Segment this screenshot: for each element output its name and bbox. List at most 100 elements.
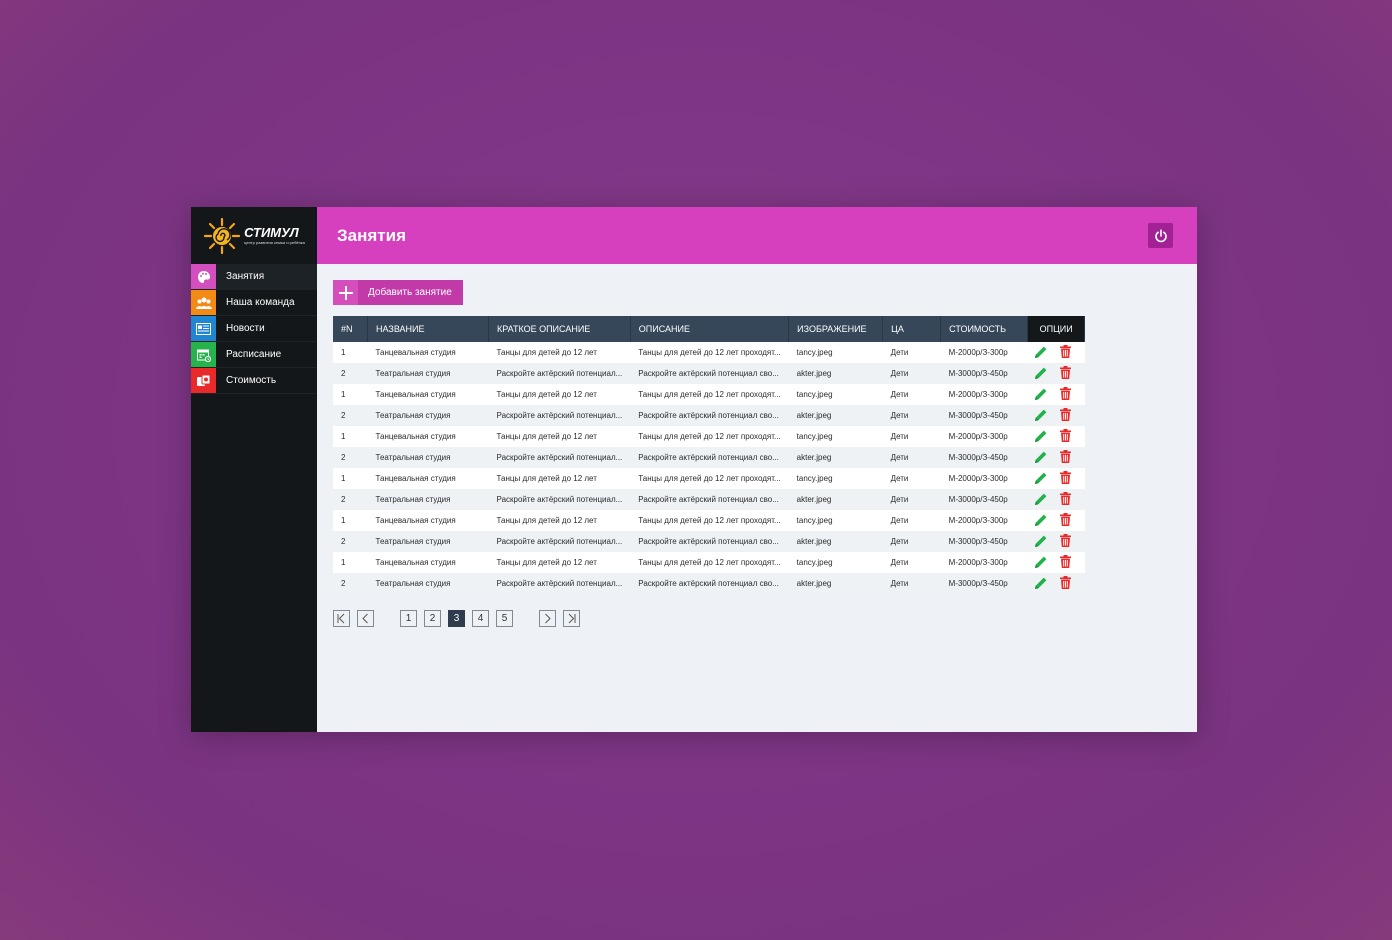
- edit-icon[interactable]: [1034, 450, 1048, 466]
- edit-icon[interactable]: [1034, 555, 1048, 571]
- row-options: [1027, 489, 1085, 510]
- delete-icon[interactable]: [1059, 555, 1071, 570]
- row-number: 1: [333, 426, 368, 447]
- row-number: 2: [333, 531, 368, 552]
- column-header-price[interactable]: СТОИМОСТЬ: [940, 316, 1029, 342]
- delete-icon[interactable]: [1059, 408, 1071, 423]
- image-file: akter.jpeg: [788, 363, 883, 384]
- target-audience: Дети: [882, 510, 941, 531]
- edit-icon[interactable]: [1034, 471, 1048, 487]
- short-description: Танцы для детей до 12 лет: [488, 426, 631, 447]
- table-row: 1 Танцевальная студия Танцы для детей до 1…: [333, 552, 1085, 573]
- edit-icon[interactable]: [1034, 408, 1048, 424]
- description: Танцы для детей до 12 лет проходят...: [630, 510, 789, 531]
- sidebar-item-classes[interactable]: Занятия: [191, 264, 317, 290]
- prev-page-button[interactable]: [357, 610, 374, 627]
- logo[interactable]: СТИМУЛ центр развития семьи и ребёнка: [191, 207, 317, 264]
- row-options: [1027, 468, 1085, 489]
- row-number: 2: [333, 573, 368, 594]
- row-options: [1027, 363, 1085, 384]
- add-class-button[interactable]: Добавить занятие: [333, 280, 463, 305]
- table-row: 1 Танцевальная студия Танцы для детей до 1…: [333, 426, 1085, 447]
- row-options: [1027, 447, 1085, 468]
- short-description: Танцы для детей до 12 лет: [488, 468, 631, 489]
- edit-icon[interactable]: [1034, 513, 1048, 529]
- short-description: Раскройте актёрский потенциал...: [488, 531, 631, 552]
- column-header-name[interactable]: НАЗВАНИЕ: [367, 316, 489, 342]
- sidebar-item-label: Стоимость: [226, 375, 277, 386]
- next-page-button[interactable]: [539, 610, 556, 627]
- page-button-current[interactable]: 3: [448, 610, 465, 627]
- column-header-short-description[interactable]: КРАТКОЕ ОПИСАНИЕ: [488, 316, 631, 342]
- delete-icon[interactable]: [1059, 429, 1071, 444]
- table-header-row: #N НАЗВАНИЕ КРАТКОЕ ОПИСАНИЕ ОПИСАНИЕ ИЗ…: [333, 316, 1086, 342]
- description: Раскройте актёрский потенциал сво...: [630, 531, 789, 552]
- page-button[interactable]: 5: [496, 610, 513, 627]
- sidebar-item-price[interactable]: Стоимость: [191, 368, 317, 394]
- first-page-icon: [337, 613, 345, 624]
- add-class-label: Добавить занятие: [368, 287, 452, 298]
- column-header-description[interactable]: ОПИСАНИЕ: [630, 316, 790, 342]
- class-name: Театральная студия: [367, 363, 489, 384]
- delete-icon[interactable]: [1059, 471, 1071, 486]
- delete-icon[interactable]: [1059, 387, 1071, 402]
- first-page-button[interactable]: [333, 610, 350, 627]
- table-body: 1 Танцевальная студия Танцы для детей до 1…: [333, 342, 1085, 594]
- header: Занятия: [317, 207, 1197, 264]
- sidebar-item-team[interactable]: Наша команда: [191, 290, 317, 316]
- last-page-icon: [568, 613, 576, 624]
- price: М-3000р/З-450р: [940, 531, 1028, 552]
- image-file: akter.jpeg: [788, 489, 883, 510]
- delete-icon[interactable]: [1059, 513, 1071, 528]
- sidebar-item-news[interactable]: Новости: [191, 316, 317, 342]
- image-file: tancy.jpeg: [788, 426, 883, 447]
- row-options: [1027, 573, 1085, 594]
- logout-button[interactable]: [1148, 223, 1173, 248]
- sun-logo-icon: [203, 217, 241, 255]
- row-number: 1: [333, 510, 368, 531]
- page-button[interactable]: 4: [472, 610, 489, 627]
- main-area: Занятия Добавить занятие #N НАЗВАНИЕ КРА…: [317, 207, 1197, 732]
- delete-icon[interactable]: [1059, 534, 1071, 549]
- row-number: 1: [333, 342, 368, 363]
- edit-icon[interactable]: [1034, 576, 1048, 592]
- delete-icon[interactable]: [1059, 366, 1071, 381]
- edit-icon[interactable]: [1034, 429, 1048, 445]
- delete-icon[interactable]: [1059, 450, 1071, 465]
- pagination: 1 2 3 4 5: [333, 610, 1181, 627]
- class-name: Танцевальная студия: [367, 426, 489, 447]
- page-title: Занятия: [337, 225, 406, 245]
- column-header-number[interactable]: #N: [333, 316, 368, 342]
- delete-icon[interactable]: [1059, 576, 1071, 591]
- page-button[interactable]: 2: [424, 610, 441, 627]
- sidebar-item-schedule[interactable]: Расписание: [191, 342, 317, 368]
- classes-table: #N НАЗВАНИЕ КРАТКОЕ ОПИСАНИЕ ОПИСАНИЕ ИЗ…: [333, 316, 1086, 594]
- last-page-button[interactable]: [563, 610, 580, 627]
- price: М-3000р/З-450р: [940, 489, 1028, 510]
- page-button[interactable]: 1: [400, 610, 417, 627]
- class-name: Танцевальная студия: [367, 384, 489, 405]
- logo-title: СТИМУЛ: [244, 225, 299, 240]
- edit-icon[interactable]: [1034, 366, 1048, 382]
- team-icon: [191, 290, 216, 315]
- edit-icon[interactable]: [1034, 345, 1048, 361]
- column-header-audience[interactable]: ЦА: [882, 316, 942, 342]
- row-options: [1027, 510, 1085, 531]
- short-description: Танцы для детей до 12 лет: [488, 510, 631, 531]
- description: Раскройте актёрский потенциал сво...: [630, 573, 789, 594]
- price: М-3000р/З-450р: [940, 363, 1028, 384]
- delete-icon[interactable]: [1059, 345, 1071, 360]
- column-header-image[interactable]: ИЗОБРАЖЕНИЕ: [788, 316, 884, 342]
- edit-icon[interactable]: [1034, 534, 1048, 550]
- edit-icon[interactable]: [1034, 492, 1048, 508]
- table-row: 2 Театральная студия Раскройте актёрский п…: [333, 489, 1085, 510]
- target-audience: Дети: [882, 447, 941, 468]
- class-name: Танцевальная студия: [367, 510, 489, 531]
- table-row: 1 Танцевальная студия Танцы для детей до 1…: [333, 510, 1085, 531]
- class-name: Театральная студия: [367, 405, 489, 426]
- table-row: 1 Танцевальная студия Танцы для детей до 1…: [333, 384, 1085, 405]
- short-description: Раскройте актёрский потенциал...: [488, 489, 631, 510]
- description: Танцы для детей до 12 лет проходят...: [630, 426, 789, 447]
- edit-icon[interactable]: [1034, 387, 1048, 403]
- delete-icon[interactable]: [1059, 492, 1071, 507]
